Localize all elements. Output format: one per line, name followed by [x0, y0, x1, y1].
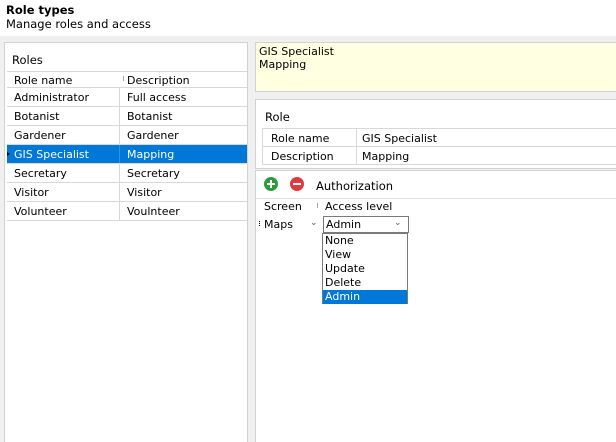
column-header-role-name[interactable]: Role name — [14, 74, 72, 87]
role-name-cell: Gardener — [14, 129, 66, 142]
column-resize-handle[interactable] — [317, 203, 318, 208]
authorization-title: Authorization — [316, 179, 394, 193]
add-authorization-button[interactable] — [264, 177, 278, 191]
table-row[interactable]: Volunteer Voulnteer — [7, 202, 247, 221]
remove-authorization-button[interactable] — [290, 177, 304, 191]
dropdown-option-admin[interactable]: Admin — [323, 290, 407, 304]
description-row: Description Mapping — [262, 146, 616, 165]
authorization-grid: Screen Access level Maps ⌄ Admin ⌄ — [258, 199, 410, 234]
roles-panel-title: Roles — [12, 53, 43, 67]
dropdown-option-update[interactable]: Update — [323, 262, 407, 276]
page-header: Role types Manage roles and access — [0, 0, 616, 36]
role-details-panel: Role Role name GIS Specialist Descriptio… — [255, 99, 616, 169]
authorization-toolbar: Authorization — [256, 171, 616, 200]
role-description-cell: Botanist — [127, 110, 173, 123]
role-name-cell: Volunteer — [14, 205, 67, 218]
dropdown-option-view[interactable]: View — [323, 248, 407, 262]
role-description-cell: Mapping — [127, 148, 175, 161]
description-field[interactable]: Mapping — [362, 150, 409, 163]
role-panel-title: Role — [265, 110, 290, 124]
access-level-dropdown-list: None View Update Delete Admin — [322, 233, 408, 304]
edit-row-indicator-icon — [259, 221, 261, 226]
roles-grid: Role name Description Administrator Full… — [7, 71, 247, 221]
role-name-field[interactable]: GIS Specialist — [362, 132, 437, 145]
table-row[interactable]: Botanist Botanist — [7, 107, 247, 126]
role-description-cell: Visitor — [127, 186, 162, 199]
role-description-cell: Secretary — [127, 167, 180, 180]
authorization-panel: Authorization Screen Access level Maps ⌄… — [255, 170, 616, 442]
dropdown-option-delete[interactable]: Delete — [323, 276, 407, 290]
roles-panel: Roles Role name Description Administrato… — [4, 42, 248, 442]
table-row[interactable]: Administrator Full access — [7, 88, 247, 107]
description-label: Description — [271, 150, 334, 163]
role-name-cell: Visitor — [14, 186, 49, 199]
dropdown-option-none[interactable]: None — [323, 234, 407, 248]
table-row[interactable]: Gardener Gardener — [7, 126, 247, 145]
table-row[interactable]: Maps ⌄ Admin ⌄ — [258, 215, 410, 234]
access-level-select[interactable]: Admin ⌄ — [323, 216, 409, 233]
role-description-cell: Gardener — [127, 129, 179, 142]
current-row-indicator-icon — [7, 152, 10, 156]
role-description-cell: Full access — [127, 91, 187, 104]
column-header-description[interactable]: Description — [127, 74, 190, 87]
access-level-select-value: Admin — [326, 218, 362, 231]
role-name-cell: GIS Specialist — [14, 148, 89, 161]
page-title: Role types — [6, 3, 75, 17]
role-name-label: Role name — [271, 132, 330, 145]
note-role-name: GIS Specialist — [259, 45, 334, 58]
column-resize-handle[interactable] — [123, 76, 124, 81]
note-role-description: Mapping — [259, 58, 307, 71]
role-name-cell: Botanist — [14, 110, 60, 123]
role-note-box: GIS Specialist Mapping — [255, 42, 616, 92]
table-row[interactable]: Visitor Visitor — [7, 183, 247, 202]
role-name-cell: Administrator — [14, 91, 89, 104]
page-subtitle: Manage roles and access — [6, 17, 151, 31]
table-row-selected[interactable]: GIS Specialist Mapping — [7, 145, 247, 164]
screen-select[interactable]: Maps ⌄ — [263, 216, 323, 233]
column-header-screen[interactable]: Screen — [264, 200, 302, 213]
authorization-grid-header: Screen Access level — [258, 199, 410, 215]
chevron-down-icon[interactable]: ⌄ — [310, 218, 318, 228]
table-row[interactable]: Secretary Secretary — [7, 164, 247, 183]
column-header-access-level[interactable]: Access level — [325, 200, 392, 213]
roles-grid-header: Role name Description — [7, 71, 247, 88]
chevron-down-icon[interactable]: ⌄ — [394, 218, 402, 228]
role-name-cell: Secretary — [14, 167, 67, 180]
role-description-cell: Voulnteer — [127, 205, 180, 218]
screen-select-value: Maps — [264, 218, 293, 231]
role-name-row: Role name GIS Specialist — [262, 128, 616, 147]
